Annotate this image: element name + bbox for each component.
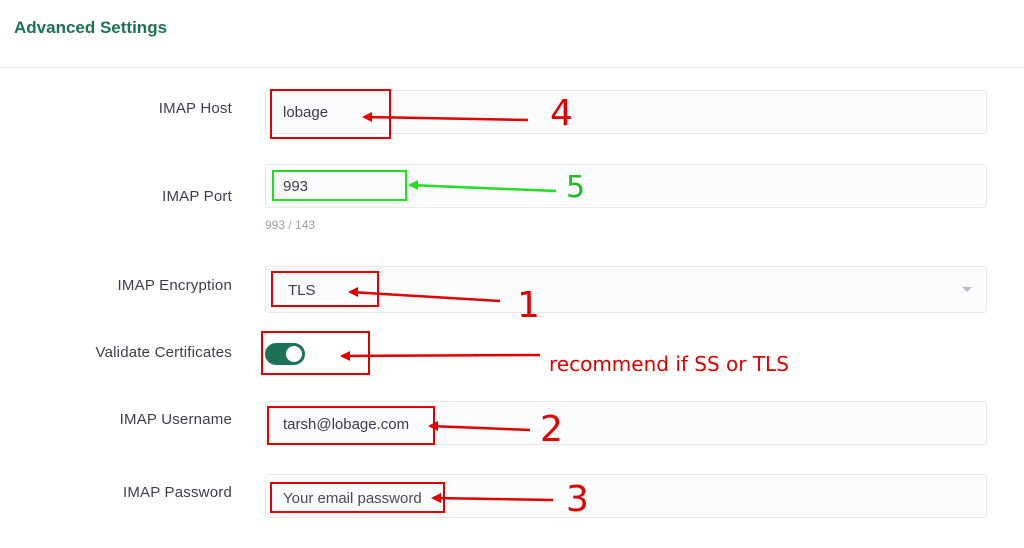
annotation-number-username: 2	[540, 409, 563, 450]
annotation-arrow-toggle	[341, 353, 541, 358]
annotation-number-host: 4	[550, 93, 573, 134]
annotation-arrows	[340, 112, 557, 503]
annotation-arrow-username	[429, 424, 531, 432]
annotation-number-encryption: 1	[517, 285, 540, 326]
annotation-arrow-port	[409, 183, 557, 193]
annotation-arrow-password	[432, 496, 554, 502]
annotation-number-port: 5	[566, 170, 586, 205]
annotation-arrow-encryption	[349, 290, 501, 303]
annotation-note-toggle: recommend if SS or TLS	[549, 352, 789, 376]
annotation-number-password: 3	[566, 479, 589, 520]
annotation-arrow-host	[363, 115, 529, 122]
